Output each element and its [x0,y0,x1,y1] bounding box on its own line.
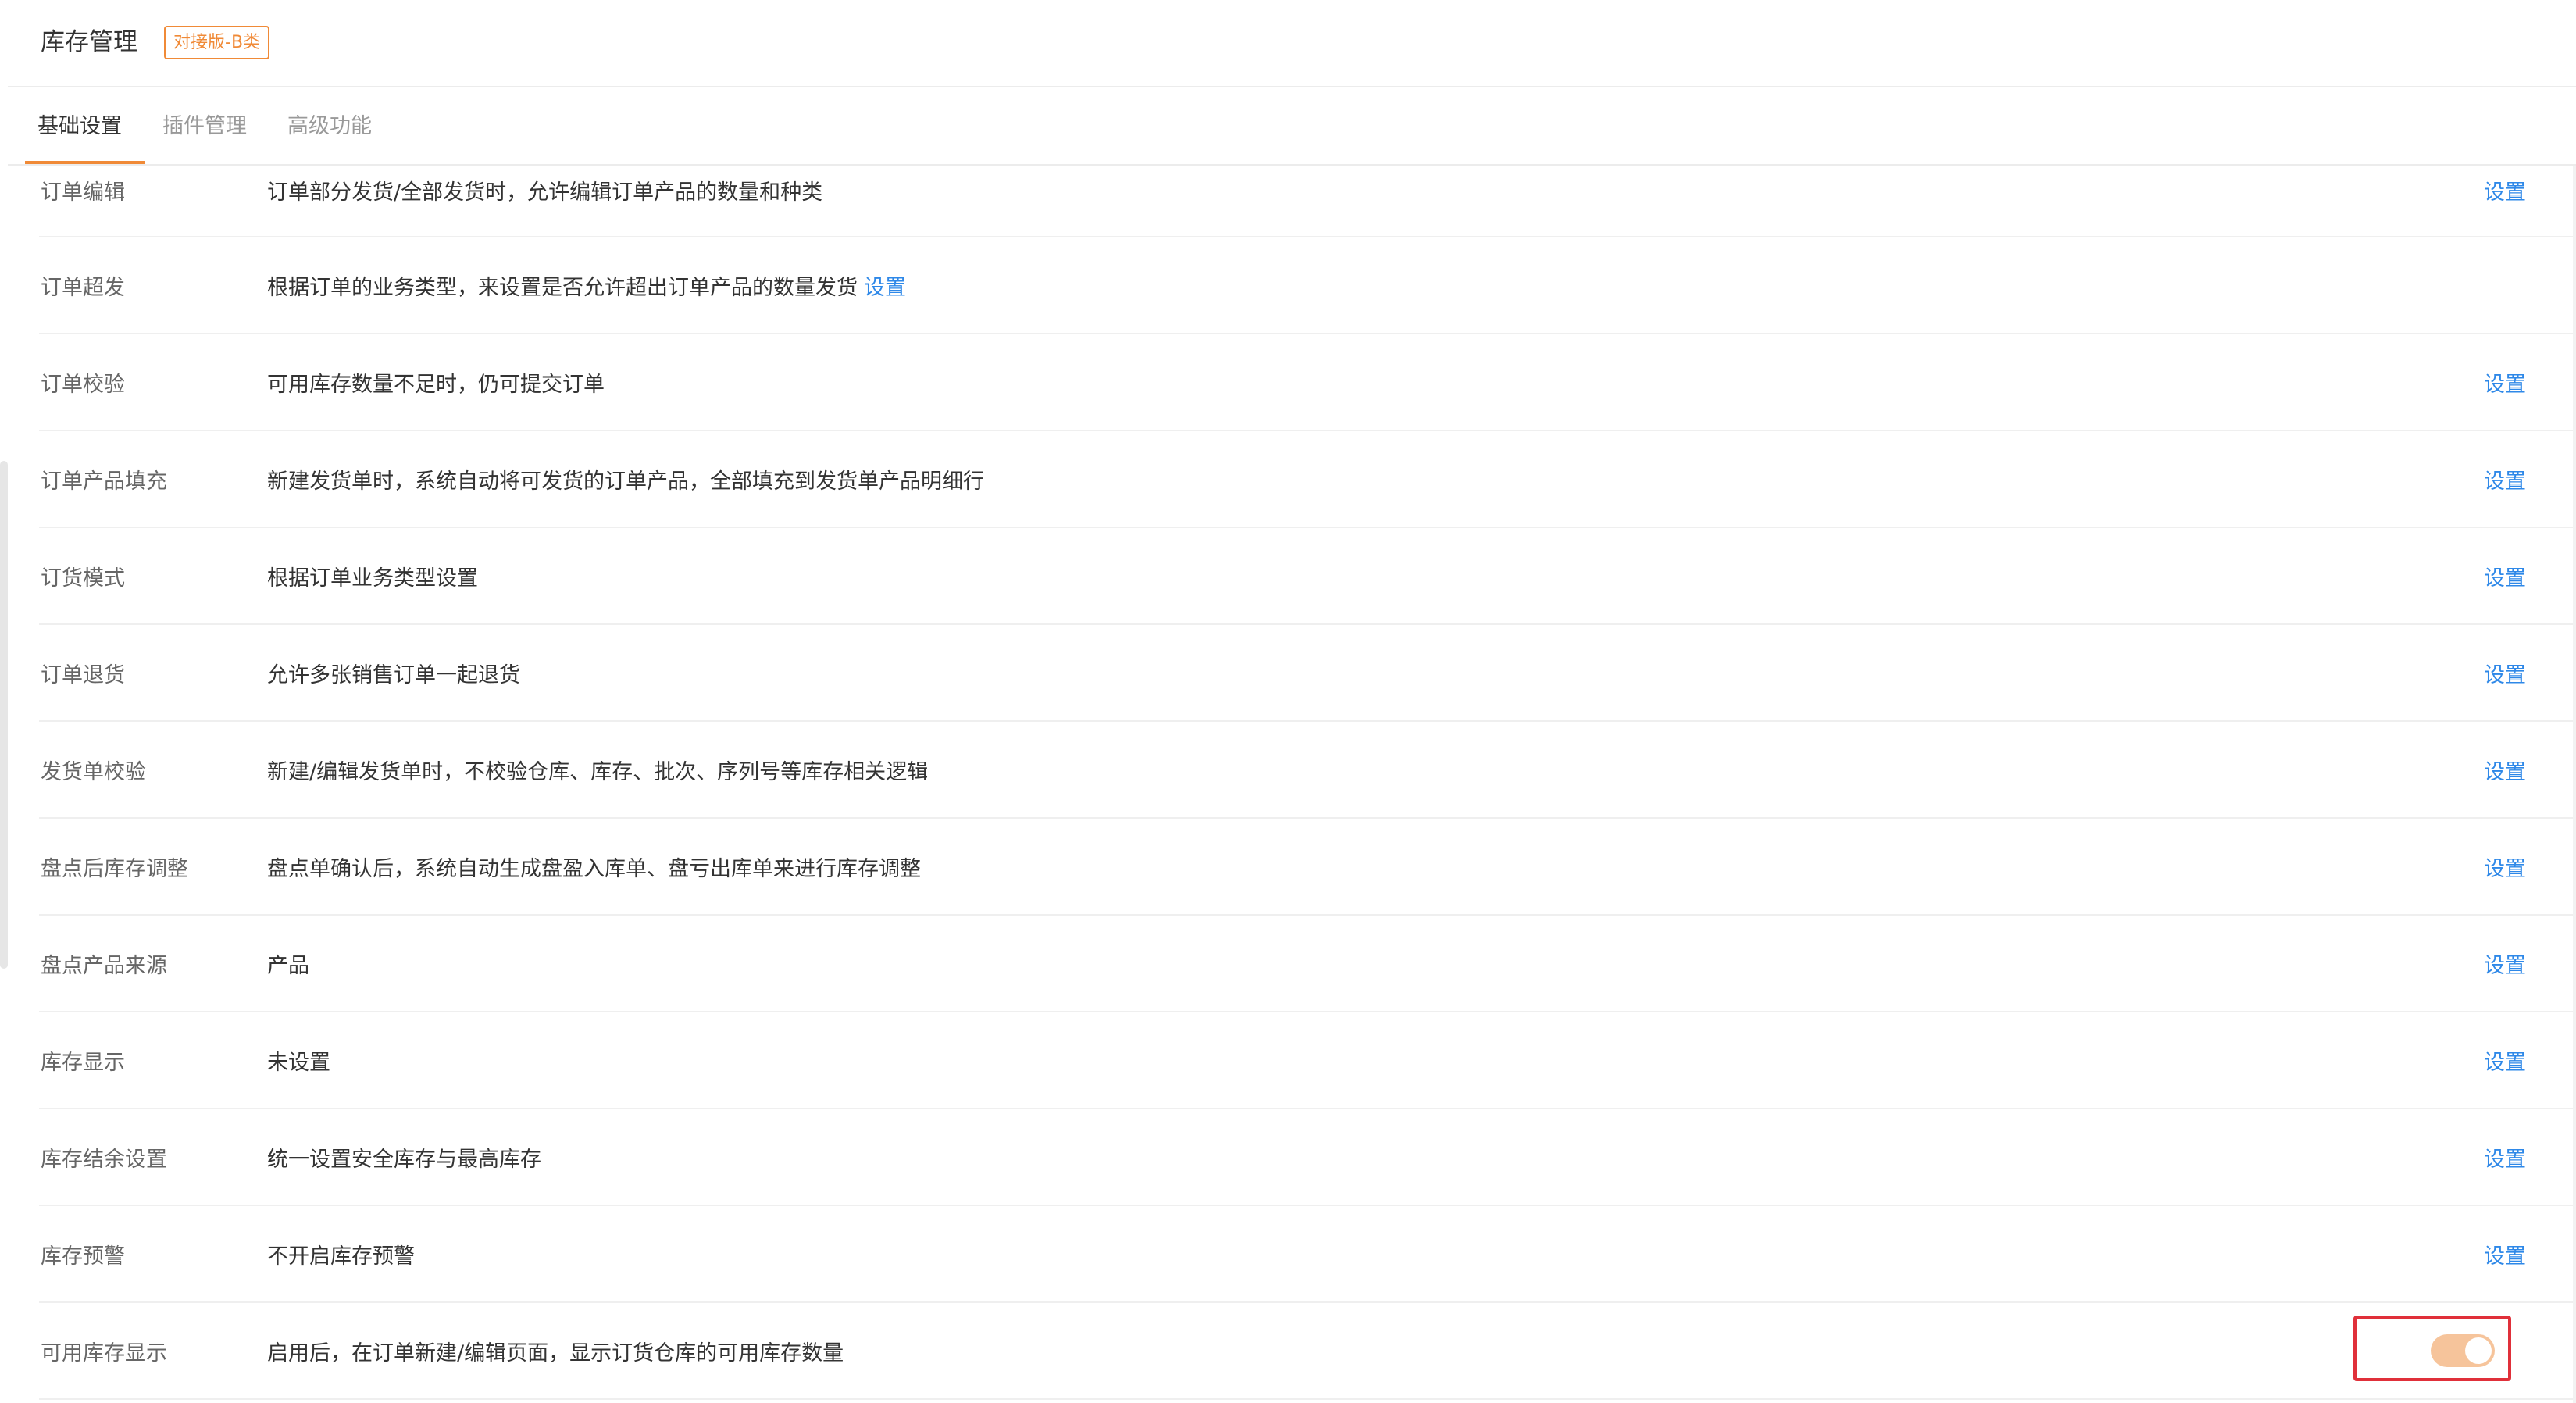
tab-bar: 基础设置 插件管理 高级功能 [8,87,2576,166]
setting-label: 订货模式 [41,566,125,591]
setting-inline-configure-link[interactable]: 设置 [864,270,906,301]
setting-configure-link[interactable]: 设置 [2484,1012,2526,1108]
setting-row-order-return: 订单退货 允许多张销售订单一起退货 设置 [39,625,2573,722]
setting-configure-link[interactable]: 设置 [2484,1109,2526,1205]
setting-row-stock-balance: 库存结余设置 统一设置安全库存与最高库存 设置 [39,1109,2573,1206]
left-scrollbar[interactable] [0,461,8,969]
right-scroll-track [2573,166,2576,1403]
setting-row-delivery-validation: 发货单校验 新建/编辑发货单时，不校验仓库、库存、批次、序列号等库存相关逻辑 设… [39,722,2573,819]
setting-description: 可用库存数量不足时，仍可提交订单 [267,372,605,397]
setting-label: 库存结余设置 [41,1147,167,1172]
version-badge: 对接版-B类 [164,26,270,59]
setting-description: 产品 [267,953,309,978]
setting-row-stock-display: 库存显示 未设置 设置 [39,1012,2573,1109]
setting-row-order-product-fill: 订单产品填充 新建发货单时，系统自动将可发货的订单产品，全部填充到发货单产品明细… [39,431,2573,528]
setting-label: 发货单校验 [41,759,146,784]
setting-row-order-edit: 订单编辑 订单部分发货/全部发货时，允许编辑订单产品的数量和种类 设置 [39,166,2573,237]
setting-description: 根据订单业务类型设置 [267,566,478,591]
setting-label: 可用库存显示 [41,1341,167,1366]
tab-plugin-management[interactable]: 插件管理 [162,109,247,144]
tab-advanced-features[interactable]: 高级功能 [287,109,372,144]
setting-row-order-mode: 订货模式 根据订单业务类型设置 设置 [39,528,2573,625]
setting-configure-link[interactable]: 设置 [2484,916,2526,1011]
setting-label: 盘点产品来源 [41,953,167,978]
setting-configure-link[interactable]: 设置 [2484,528,2526,623]
setting-description-wrap: 根据订单的业务类型，来设置是否允许超出订单产品的数量发货 设置 [267,237,906,333]
setting-description: 根据订单的业务类型，来设置是否允许超出订单产品的数量发货 [267,275,858,300]
available-stock-toggle[interactable] [2431,1334,2495,1367]
settings-list: 订单编辑 订单部分发货/全部发货时，允许编辑订单产品的数量和种类 设置 订单超发… [39,166,2573,1400]
setting-description: 不开启库存预警 [267,1244,415,1269]
setting-label: 盘点后库存调整 [41,856,188,881]
setting-description: 新建发货单时，系统自动将可发货的订单产品，全部填充到发货单产品明细行 [267,469,984,494]
toggle-knob [2465,1337,2492,1364]
setting-configure-link[interactable]: 设置 [2484,625,2526,720]
setting-label: 库存预警 [41,1244,125,1269]
setting-label: 订单产品填充 [41,469,167,494]
setting-configure-link[interactable]: 设置 [2484,431,2526,527]
setting-description: 未设置 [267,1050,330,1075]
page-title: 库存管理 [41,28,137,56]
setting-configure-link[interactable]: 设置 [2484,722,2526,817]
setting-label: 订单编辑 [41,180,125,205]
setting-description: 统一设置安全库存与最高库存 [267,1147,541,1172]
setting-label: 订单超发 [41,275,125,300]
setting-configure-link[interactable]: 设置 [2484,819,2526,914]
setting-row-order-validation: 订单校验 可用库存数量不足时，仍可提交订单 设置 [39,334,2573,431]
active-tab-indicator [25,161,145,164]
setting-description: 新建/编辑发货单时，不校验仓库、库存、批次、序列号等库存相关逻辑 [267,759,929,784]
setting-row-order-overship: 订单超发 根据订单的业务类型，来设置是否允许超出订单产品的数量发货 设置 [39,237,2573,334]
tab-basic-settings[interactable]: 基础设置 [37,109,122,144]
setting-label: 订单退货 [41,662,125,687]
setting-row-stock-alert: 库存预警 不开启库存预警 设置 [39,1206,2573,1303]
setting-configure-link[interactable]: 设置 [2484,1206,2526,1301]
setting-row-available-stock-display: 可用库存显示 启用后，在订单新建/编辑页面，显示订货仓库的可用库存数量 [39,1303,2573,1400]
setting-label: 库存显示 [41,1050,125,1075]
setting-description: 订单部分发货/全部发货时，允许编辑订单产品的数量和种类 [267,180,823,205]
setting-description: 盘点单确认后，系统自动生成盘盈入库单、盘亏出库单来进行库存调整 [267,856,921,881]
setting-configure-link[interactable]: 设置 [2484,334,2526,430]
setting-description: 启用后，在订单新建/编辑页面，显示订货仓库的可用库存数量 [267,1341,844,1366]
page-header: 库存管理 对接版-B类 [8,0,2576,87]
setting-row-stocktake-adjust: 盘点后库存调整 盘点单确认后，系统自动生成盘盈入库单、盘亏出库单来进行库存调整 … [39,819,2573,916]
setting-row-stocktake-source: 盘点产品来源 产品 设置 [39,916,2573,1012]
setting-label: 订单校验 [41,372,125,397]
setting-configure-link[interactable]: 设置 [2484,166,2526,236]
setting-description: 允许多张销售订单一起退货 [267,662,520,687]
